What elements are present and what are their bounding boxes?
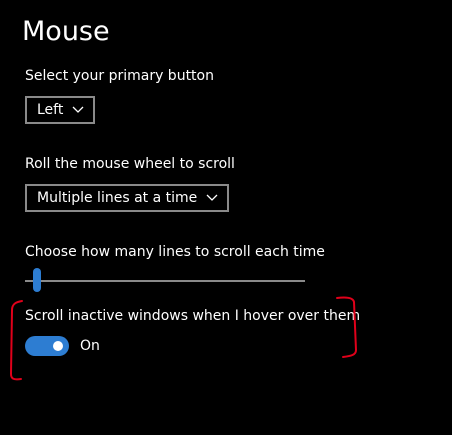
primary-button-value: Left [37, 102, 64, 118]
scroll-wheel-dropdown[interactable]: Multiple lines at a time [25, 184, 230, 212]
page-title: Mouse [22, 16, 110, 47]
primary-button-label: Select your primary button [25, 68, 214, 84]
toggle-state-text: On [80, 338, 100, 354]
scroll-lines-label: Choose how many lines to scroll each tim… [25, 244, 325, 260]
primary-button-dropdown[interactable]: Left [25, 96, 96, 124]
inactive-scroll-label: Scroll inactive windows when I hover ove… [25, 308, 361, 324]
scroll-wheel-value: Multiple lines at a time [37, 190, 198, 206]
toggle-knob [53, 341, 63, 351]
inactive-scroll-toggle[interactable] [25, 336, 69, 356]
scroll-lines-slider[interactable] [25, 280, 305, 282]
chevron-down-icon [206, 194, 218, 201]
scroll-wheel-label: Roll the mouse wheel to scroll [25, 156, 235, 172]
scroll-lines-slider-thumb[interactable] [33, 268, 42, 292]
chevron-down-icon [72, 106, 84, 113]
red-annotation-bracket [9, 296, 358, 381]
